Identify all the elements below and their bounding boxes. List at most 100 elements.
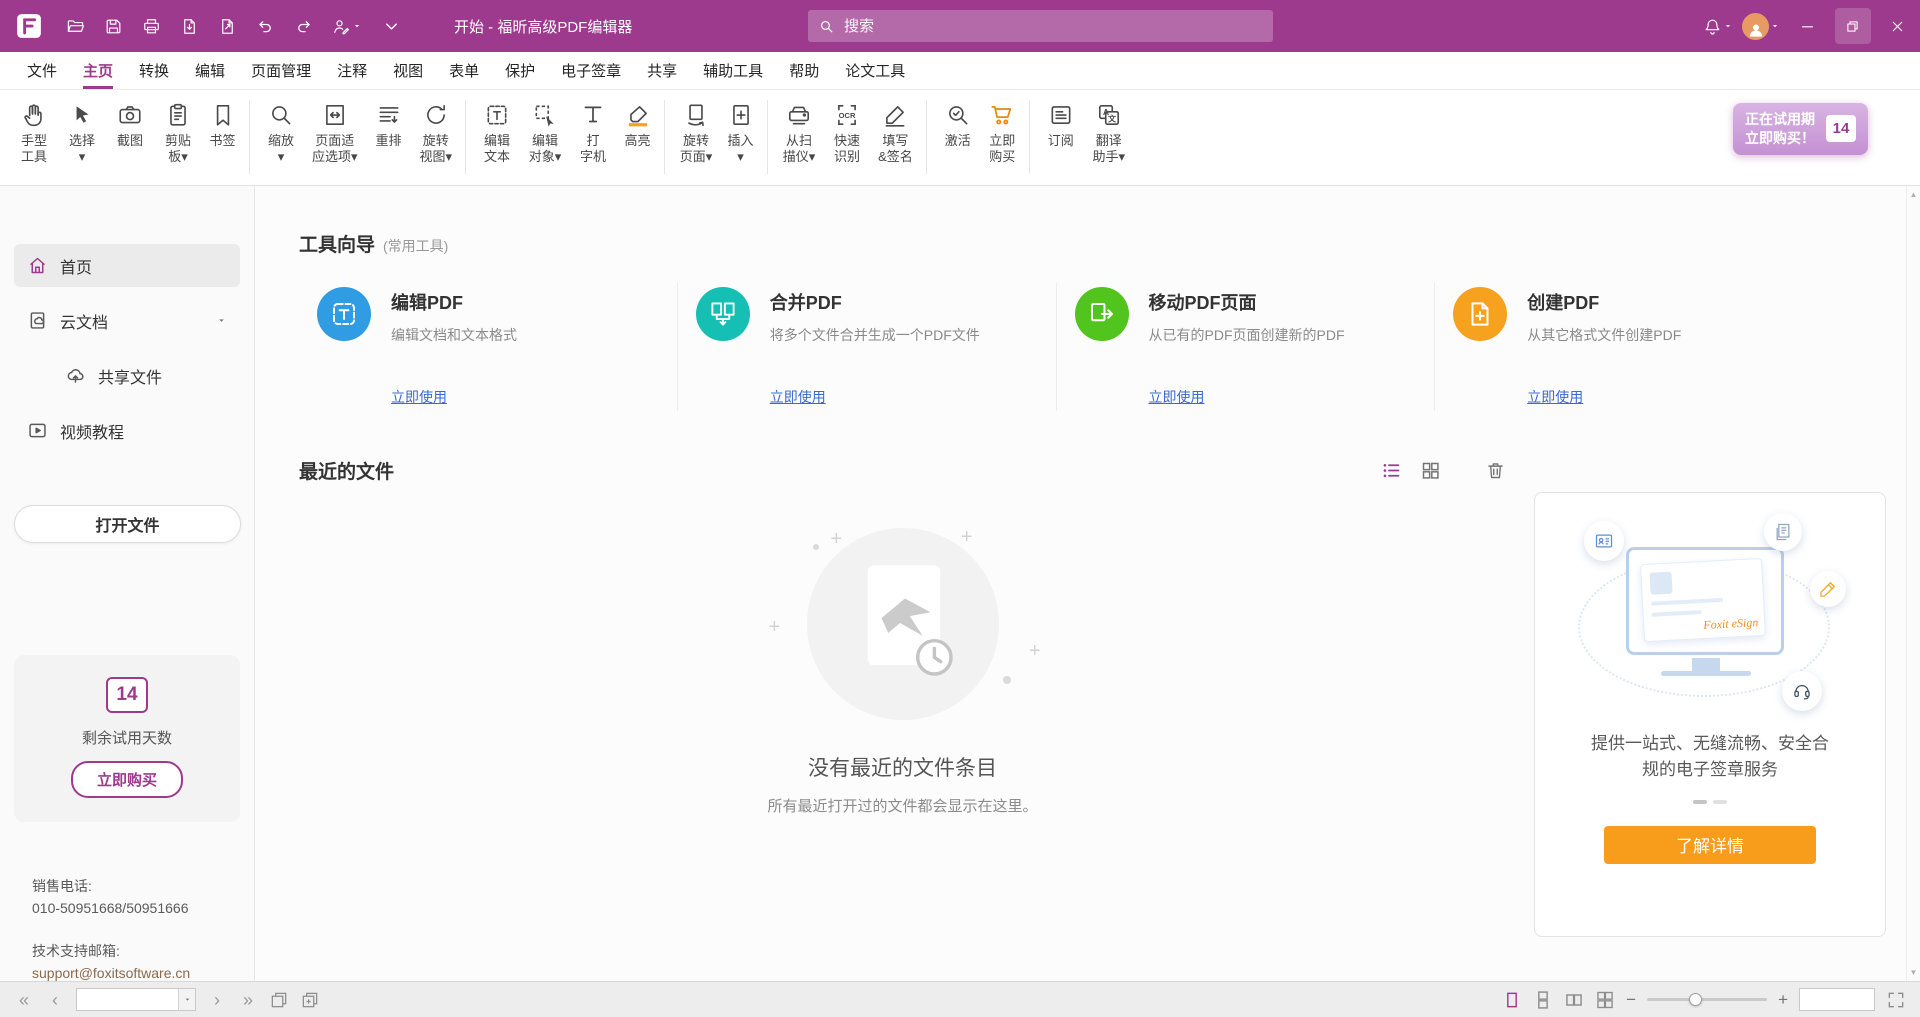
ribbon-tool[interactable]: 高亮: [617, 100, 665, 174]
list-view-icon[interactable]: [1381, 460, 1402, 481]
ribbon-tool[interactable]: 订阅: [1037, 100, 1085, 174]
ribbon-tool[interactable]: 打 字机: [569, 100, 617, 174]
menu-item[interactable]: 视图: [393, 52, 423, 89]
layout-continuous-icon[interactable]: [1533, 990, 1553, 1010]
ribbon-tool[interactable]: 编辑 文本: [473, 100, 521, 174]
menu-item[interactable]: 帮助: [789, 52, 819, 89]
menu-item[interactable]: 表单: [449, 52, 479, 89]
share-doc-button[interactable]: [208, 7, 246, 45]
menu-item[interactable]: 注释: [337, 52, 367, 89]
print-button[interactable]: [132, 7, 170, 45]
tool-card[interactable]: 移动PDF页面 从已有的PDF页面创建新的PDF 立即使用: [1057, 283, 1436, 411]
bookmark-icon: [210, 102, 236, 128]
minimize-button[interactable]: [1785, 0, 1830, 52]
toolbar-options-button[interactable]: [372, 7, 410, 45]
esign-button[interactable]: [322, 7, 372, 45]
snapshot-pages-icon[interactable]: [269, 990, 289, 1010]
main-scrollbar[interactable]: ▲ ▼: [1906, 186, 1920, 981]
ribbon-tool[interactable]: 手型 工具: [10, 100, 58, 174]
ribbon-tool[interactable]: 重排: [365, 100, 413, 174]
close-button[interactable]: [1875, 0, 1920, 52]
ribbon-tool[interactable]: OCR 快速 识别: [823, 100, 871, 174]
menu-item[interactable]: 辅助工具: [703, 52, 763, 89]
ribbon-tool[interactable]: 立即 购买: [982, 100, 1030, 174]
use-now-link[interactable]: 立即使用: [770, 387, 980, 407]
menu-item[interactable]: 页面管理: [251, 52, 311, 89]
tool-card[interactable]: 创建PDF 从其它格式文件创建PDF 立即使用: [1435, 283, 1814, 411]
last-page-button[interactable]: »: [238, 991, 258, 1009]
menu-item[interactable]: 主页: [83, 52, 113, 89]
account-button[interactable]: [1737, 7, 1785, 45]
prev-page-button[interactable]: ‹: [45, 991, 65, 1009]
restore-button[interactable]: [1830, 0, 1875, 52]
zoom-out-button[interactable]: −: [1626, 991, 1636, 1008]
open-file-quick-button[interactable]: [56, 7, 94, 45]
ribbon-tool[interactable]: 书签: [202, 100, 250, 174]
zoom-slider-thumb[interactable]: [1689, 993, 1702, 1006]
use-now-link[interactable]: 立即使用: [1149, 387, 1345, 407]
sidebar-item[interactable]: 云文档: [14, 299, 240, 342]
menu-item[interactable]: 转换: [139, 52, 169, 89]
next-page-button[interactable]: ›: [207, 991, 227, 1009]
ribbon-tool[interactable]: 剪贴 板▾: [154, 100, 202, 174]
menu-item[interactable]: 共享: [647, 52, 677, 89]
zoom-level-input[interactable]: [1800, 989, 1874, 1010]
search-box[interactable]: [808, 10, 1273, 42]
save-button[interactable]: [94, 7, 132, 45]
learn-more-button[interactable]: 了解详情: [1604, 826, 1816, 864]
translate-icon: A文: [1096, 102, 1122, 128]
use-now-link[interactable]: 立即使用: [391, 387, 517, 407]
menu-item[interactable]: 电子签章: [561, 52, 621, 89]
support-email-address[interactable]: support@foxitsoftware.cn: [32, 963, 190, 985]
sidebar-item[interactable]: 视频教程: [14, 409, 240, 452]
zoom-slider[interactable]: [1647, 998, 1767, 1001]
ribbon-tool[interactable]: 缩放 ▾: [257, 100, 305, 174]
ribbon-tool[interactable]: 页面适 应选项▾: [305, 100, 365, 174]
redo-button[interactable]: [284, 7, 322, 45]
ribbon-tool[interactable]: 从扫 描仪▾: [775, 100, 823, 174]
scroll-up-icon[interactable]: ▲: [1910, 190, 1918, 199]
menu-item[interactable]: 编辑: [195, 52, 225, 89]
sidebar-item[interactable]: 首页: [14, 244, 240, 287]
sidebar-item[interactable]: 共享文件: [14, 354, 240, 397]
delete-icon[interactable]: [1485, 460, 1506, 481]
export-pdf-button[interactable]: [170, 7, 208, 45]
ribbon-tool[interactable]: 旋转 页面▾: [672, 100, 720, 174]
trial-period-badge[interactable]: 正在试用期 立即购买！ 14: [1733, 103, 1868, 155]
fullscreen-icon[interactable]: [1886, 990, 1906, 1010]
layout-continuous-facing-icon[interactable]: [1595, 990, 1615, 1010]
grid-view-icon[interactable]: [1420, 460, 1441, 481]
layout-single-icon[interactable]: [1502, 990, 1522, 1010]
duplicate-pages-icon[interactable]: [300, 990, 320, 1010]
carousel-dots[interactable]: [1693, 800, 1727, 804]
zoom-in-button[interactable]: +: [1778, 991, 1788, 1008]
undo-button[interactable]: [246, 7, 284, 45]
ribbon-tool[interactable]: 插入 ▾: [720, 100, 768, 174]
ribbon-tool[interactable]: A文 翻译 助手▾: [1085, 100, 1133, 174]
scroll-down-icon[interactable]: ▼: [1910, 968, 1918, 977]
foxit-logo-icon[interactable]: [14, 11, 44, 41]
ribbon-tool[interactable]: 截图: [106, 100, 154, 174]
redo-icon: [294, 17, 313, 36]
tool-card[interactable]: 编辑PDF 编辑文档和文本格式 立即使用: [299, 283, 678, 411]
ribbon-tool[interactable]: 旋转 视图▾: [413, 100, 467, 174]
first-page-button[interactable]: «: [14, 991, 34, 1009]
search-input[interactable]: [844, 18, 1263, 35]
open-file-button[interactable]: 打开文件: [14, 505, 241, 543]
menu-item[interactable]: 论文工具: [845, 52, 905, 89]
page-number-input[interactable]: [77, 992, 178, 1007]
buy-now-button[interactable]: 立即购买: [71, 761, 183, 798]
page-list-dropdown[interactable]: [178, 989, 195, 1010]
use-now-link[interactable]: 立即使用: [1527, 387, 1681, 407]
ribbon-tool[interactable]: 激活: [934, 100, 982, 174]
rotate-view-icon: [423, 102, 449, 128]
menu-item[interactable]: 文件: [27, 52, 57, 89]
tool-card[interactable]: 合并PDF 将多个文件合并生成一个PDF文件 立即使用: [678, 283, 1057, 411]
ribbon-tool[interactable]: 填写 &签名: [871, 100, 927, 174]
menu-item[interactable]: 保护: [505, 52, 535, 89]
ribbon-tool[interactable]: 选择 ▾: [58, 100, 106, 174]
statusbar-right: − +: [1502, 988, 1906, 1011]
ribbon-tool[interactable]: 编辑 对象▾: [521, 100, 569, 174]
notifications-button[interactable]: [1699, 7, 1737, 45]
layout-facing-icon[interactable]: [1564, 990, 1584, 1010]
